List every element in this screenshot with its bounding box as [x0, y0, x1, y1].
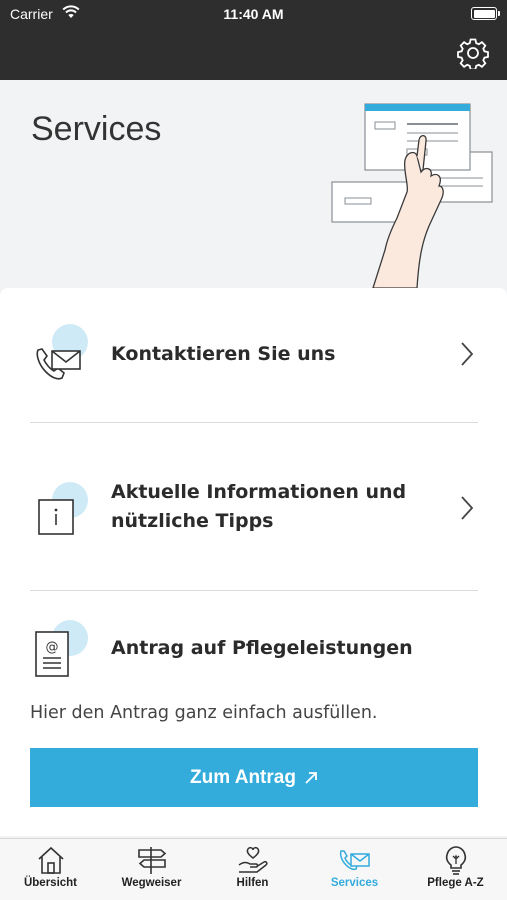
- divider: [30, 590, 478, 591]
- status-bar: Carrier 11:40 AM: [0, 0, 507, 30]
- service-row-contact[interactable]: Kontaktieren Sie uns: [30, 322, 478, 386]
- phone-mail-icon: [339, 850, 370, 871]
- top-bar: Carrier 11:40 AM: [0, 0, 507, 80]
- application-description: Hier den Antrag ganz einfach ausfüllen.: [30, 703, 378, 723]
- chevron-right-icon: [461, 496, 474, 520]
- tab-services[interactable]: Services: [304, 845, 405, 899]
- service-label: Antrag auf Pflegeleistungen: [111, 637, 413, 659]
- service-label-line1: Aktuelle Informationen und: [111, 481, 407, 503]
- battery-icon: [471, 7, 500, 20]
- gear-icon[interactable]: [457, 37, 489, 69]
- clock: 11:40 AM: [223, 6, 284, 22]
- lightbulb-icon: [445, 846, 466, 875]
- tab-hilfen[interactable]: Hilfen: [202, 845, 303, 899]
- hero-section: Services: [0, 80, 507, 290]
- heart-hand-icon: [238, 846, 268, 873]
- tab-label: Wegweiser: [121, 877, 182, 889]
- tab-label: Pflege A-Z: [427, 877, 484, 889]
- service-label-line2: nützliche Tipps: [111, 510, 274, 532]
- page-title: Services: [31, 110, 162, 148]
- tab-pflege-a-z[interactable]: Pflege A-Z: [405, 845, 506, 899]
- hand-form-illustration: [331, 103, 493, 289]
- application-button-label: Zum Antrag: [190, 766, 296, 788]
- application-button[interactable]: Zum Antrag: [30, 748, 478, 807]
- chevron-right-icon: [461, 342, 474, 366]
- tab-uebersicht[interactable]: Übersicht: [0, 845, 101, 899]
- house-icon: [37, 846, 64, 874]
- services-card: Kontaktieren Sie uns Aktuelle Informatio…: [0, 288, 507, 836]
- divider: [30, 422, 478, 423]
- service-row-application: @ Antrag auf Pflegeleistungen: [30, 618, 478, 682]
- svg-text:@: @: [46, 640, 59, 655]
- tab-label: Services: [330, 877, 379, 889]
- service-label: Kontaktieren Sie uns: [111, 343, 336, 365]
- phone-mail-icon: [36, 324, 88, 380]
- signpost-icon: [137, 847, 166, 874]
- info-icon: [38, 482, 88, 535]
- arrow-up-right-icon: [305, 771, 317, 784]
- tab-wegweiser[interactable]: Wegweiser: [101, 845, 202, 899]
- tab-bar: Übersicht Wegweiser Hilfen Services Pfle…: [0, 838, 507, 900]
- tab-label: Hilfen: [236, 877, 269, 889]
- service-row-info[interactable]: Aktuelle Informationen und nützliche Tip…: [30, 474, 478, 544]
- tab-label: Übersicht: [23, 877, 78, 889]
- document-at-icon: @: [35, 620, 88, 677]
